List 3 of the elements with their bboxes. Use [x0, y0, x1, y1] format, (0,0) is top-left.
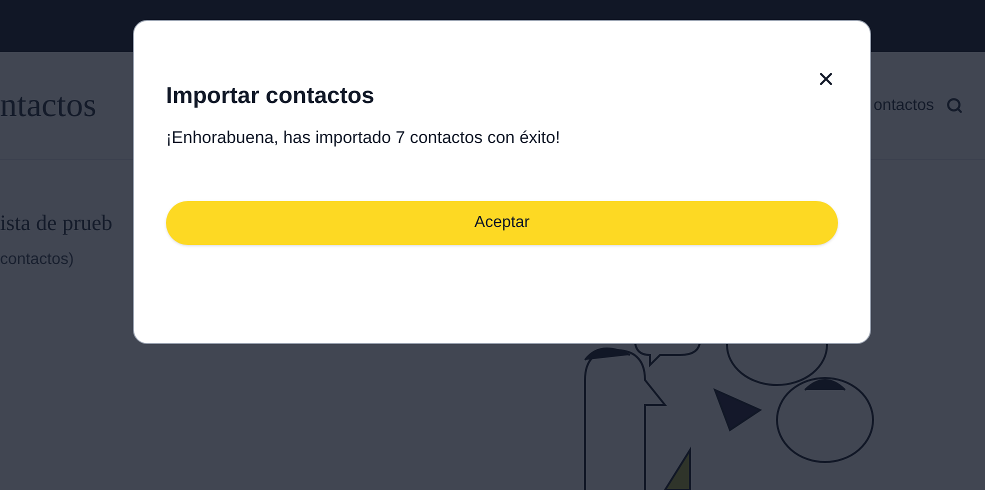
dialog-message: ¡Enhorabuena, has importado 7 contactos con éxito! — [166, 127, 562, 149]
accept-button[interactable]: Aceptar — [166, 200, 838, 244]
dialog-title: Importar contactos — [166, 81, 376, 110]
